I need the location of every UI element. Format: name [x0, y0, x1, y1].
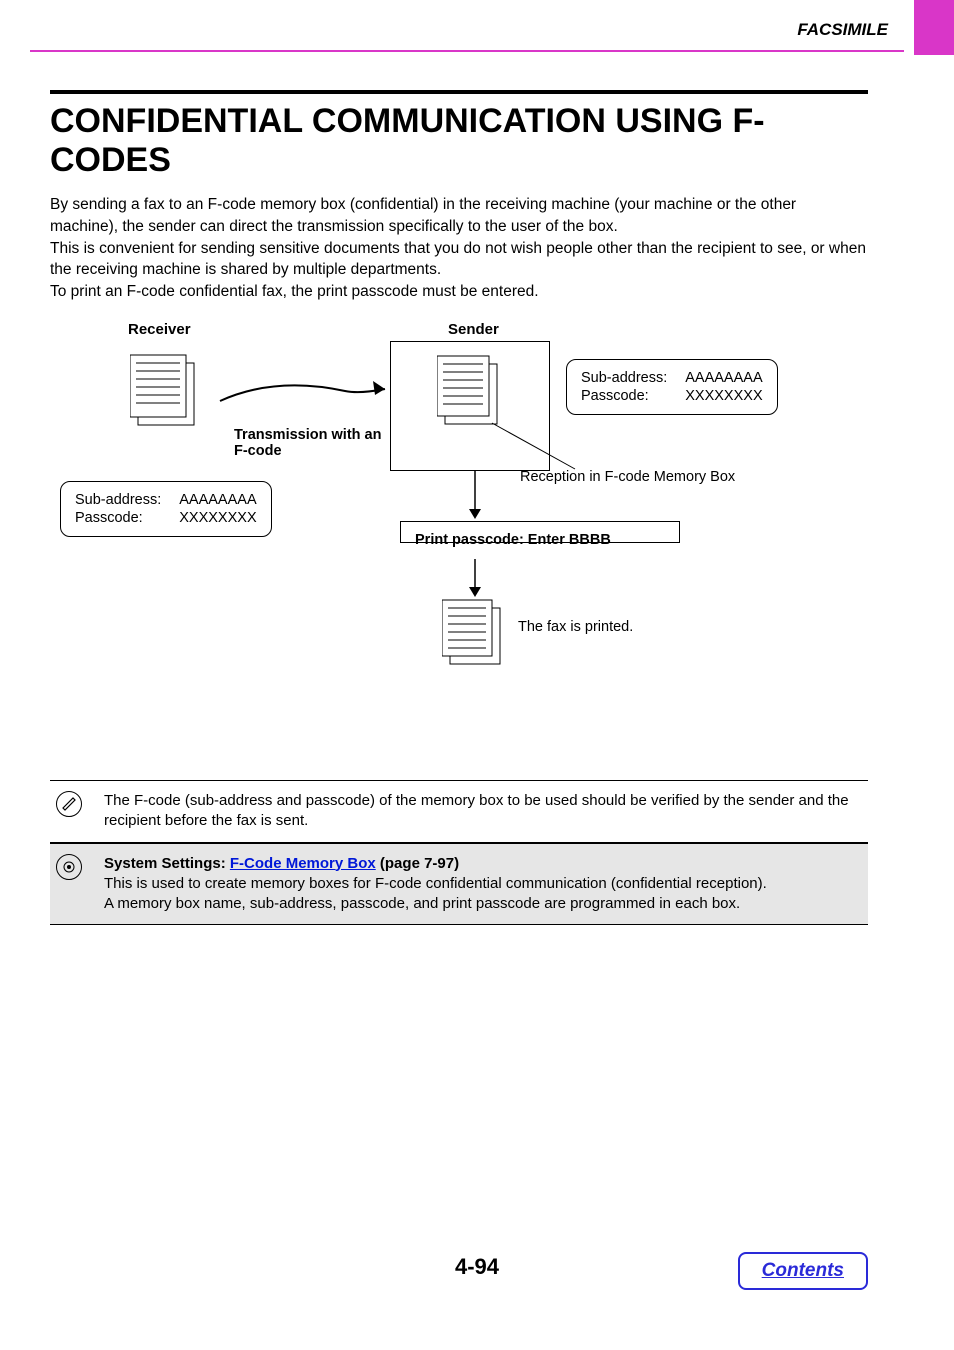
passcode-label-2: Passcode:	[581, 388, 667, 404]
print-passcode-box: Print passcode: Enter BBBB	[400, 521, 680, 543]
note-2-line2: A memory box name, sub-address, passcode…	[104, 894, 767, 914]
section-header: FACSIMILE	[797, 20, 888, 40]
note-2-line1: This is used to create memory boxes for …	[104, 874, 767, 894]
transmission-arrow	[215, 371, 395, 411]
note-2-text: System Settings: F-Code Memory Box (page…	[104, 850, 773, 919]
settings-icon	[56, 854, 82, 880]
receiver-credentials-box: Sub-address: AAAAAAAA Passcode: XXXXXXXX	[60, 481, 272, 537]
sender-label: Sender	[448, 321, 499, 338]
passcode-label: Passcode:	[75, 510, 161, 526]
note-row-2: System Settings: F-Code Memory Box (page…	[50, 843, 868, 926]
receiver-label: Receiver	[128, 321, 191, 338]
paragraph-2: This is convenient for sending sensitive…	[50, 238, 868, 281]
down-arrow-1	[465, 471, 485, 521]
document-icon-sender	[437, 352, 507, 432]
sub-address-label: Sub-address:	[75, 492, 161, 508]
note-1-text: The F-code (sub-address and passcode) of…	[104, 787, 868, 836]
document-icon-receiver	[130, 351, 210, 431]
down-arrow-2	[465, 559, 485, 599]
note-row-1: The F-code (sub-address and passcode) of…	[50, 780, 868, 843]
intro-text: By sending a fax to an F-code memory box…	[50, 194, 868, 302]
section-tab	[914, 0, 954, 55]
title-rule	[50, 90, 868, 94]
note-icon	[56, 791, 82, 817]
header-rule	[30, 50, 904, 52]
note-2-prefix: System Settings:	[104, 855, 230, 872]
passcode-value: XXXXXXXX	[179, 510, 256, 526]
note-2-page: (page 7-97)	[376, 855, 459, 872]
printed-label: The fax is printed.	[518, 619, 633, 635]
page-title: CONFIDENTIAL COMMUNICATION USING F-CODES	[50, 102, 868, 180]
paragraph-1: By sending a fax to an F-code memory box…	[50, 194, 868, 237]
sub-address-label-2: Sub-address:	[581, 370, 667, 386]
diagram: Receiver Sender Transmission with an	[50, 321, 868, 701]
sub-address-value: AAAAAAAA	[179, 492, 256, 508]
paragraph-3: To print an F-code confidential fax, the…	[50, 281, 868, 303]
passcode-value-2: XXXXXXXX	[685, 388, 762, 404]
contents-button[interactable]: Contents	[738, 1252, 868, 1290]
document-icon-printed	[442, 596, 512, 676]
transmission-label: Transmission with an F-code	[234, 427, 394, 459]
fcode-memory-box-link[interactable]: F-Code Memory Box	[230, 855, 376, 872]
reception-label: Reception in F-code Memory Box	[520, 469, 735, 485]
sub-address-value-2: AAAAAAAA	[685, 370, 762, 386]
print-passcode-label: Print passcode: Enter BBBB	[415, 532, 611, 548]
sender-credentials-box: Sub-address: AAAAAAAA Passcode: XXXXXXXX	[566, 359, 778, 415]
